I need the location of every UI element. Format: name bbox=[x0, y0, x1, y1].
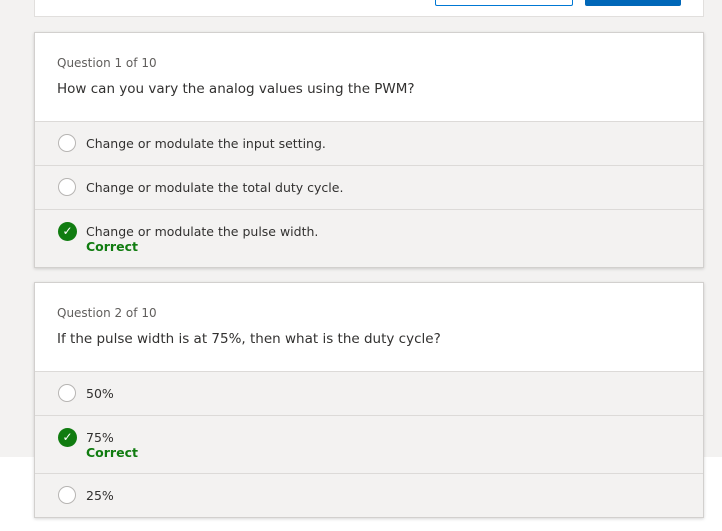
radio-empty-icon[interactable] bbox=[58, 134, 76, 152]
secondary-button[interactable] bbox=[435, 0, 573, 6]
question-number: Question 2 of 10 bbox=[57, 306, 157, 320]
answer-option-correct[interactable]: ✓ 75% Correct bbox=[35, 415, 703, 473]
answer-label: 75% bbox=[86, 430, 114, 445]
answer-option[interactable]: 25% bbox=[35, 473, 703, 517]
question-number: Question 1 of 10 bbox=[57, 56, 157, 70]
answer-option[interactable]: Change or modulate the input setting. bbox=[35, 121, 703, 165]
answer-option-correct[interactable]: ✓ Change or modulate the pulse width. Co… bbox=[35, 209, 703, 267]
answer-option[interactable]: 50% bbox=[35, 371, 703, 415]
answer-label: Change or modulate the input setting. bbox=[86, 136, 326, 151]
radio-empty-icon[interactable] bbox=[58, 384, 76, 402]
answer-label: Change or modulate the pulse width. bbox=[86, 224, 319, 239]
answer-label: 50% bbox=[86, 386, 114, 401]
question-card-1: Question 1 of 10 How can you vary the an… bbox=[34, 32, 704, 268]
checkmark-circle-icon[interactable]: ✓ bbox=[58, 222, 77, 241]
question-header: Question 2 of 10 If the pulse width is a… bbox=[35, 283, 703, 371]
answer-status: Correct bbox=[86, 239, 138, 254]
question-card-2: Question 2 of 10 If the pulse width is a… bbox=[34, 282, 704, 518]
answer-label: 25% bbox=[86, 488, 114, 503]
question-text: How can you vary the analog values using… bbox=[57, 81, 415, 97]
radio-empty-icon[interactable] bbox=[58, 178, 76, 196]
question-header: Question 1 of 10 How can you vary the an… bbox=[35, 33, 703, 121]
radio-empty-icon[interactable] bbox=[58, 486, 76, 504]
answer-option[interactable]: Change or modulate the total duty cycle. bbox=[35, 165, 703, 209]
answer-label: Change or modulate the total duty cycle. bbox=[86, 180, 344, 195]
question-text: If the pulse width is at 75%, then what … bbox=[57, 331, 441, 347]
checkmark-circle-icon[interactable]: ✓ bbox=[58, 428, 77, 447]
primary-button[interactable] bbox=[585, 0, 681, 6]
answer-status: Correct bbox=[86, 445, 138, 460]
